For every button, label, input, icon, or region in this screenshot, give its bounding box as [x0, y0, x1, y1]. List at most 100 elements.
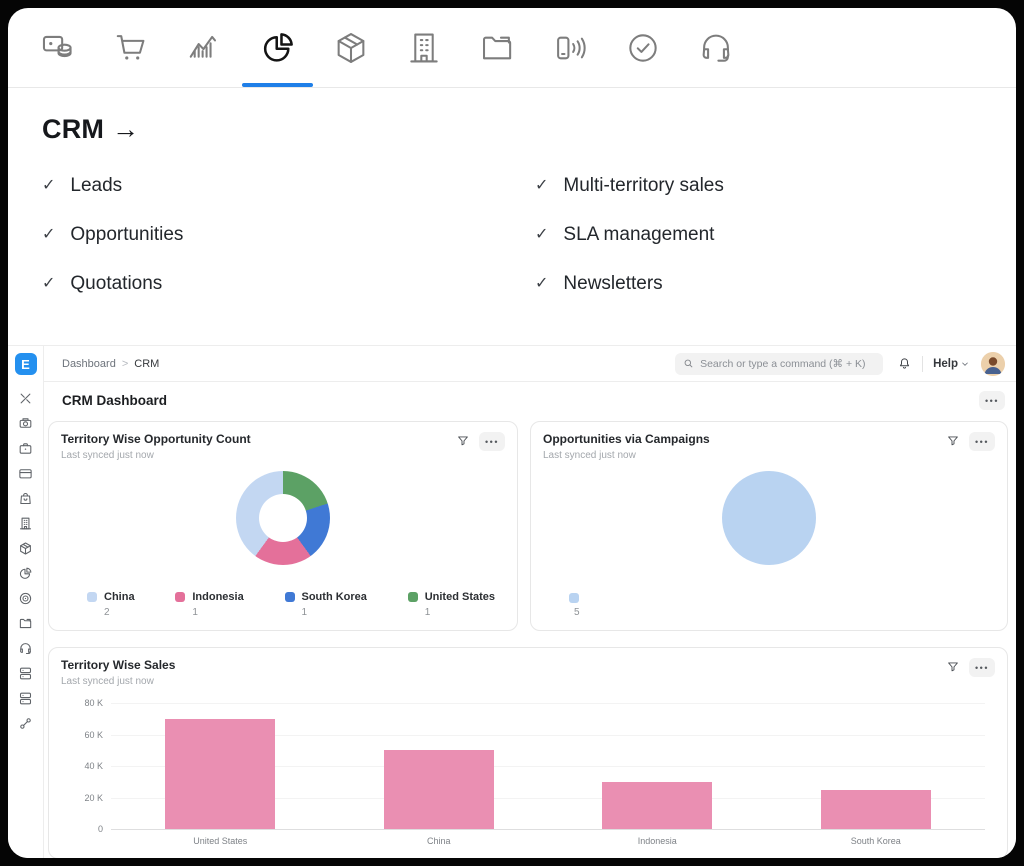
tab-selling[interactable]: [95, 8, 168, 88]
check-icon: ✓: [42, 224, 55, 244]
feature-label: Leads: [70, 175, 122, 197]
money-icon: [40, 29, 78, 67]
tab-stock[interactable]: [314, 8, 387, 88]
feature-item: ✓ Opportunities: [42, 224, 535, 246]
donut-chart: [236, 471, 330, 565]
server-icon[interactable]: [18, 691, 33, 706]
chart-icon: [186, 29, 224, 67]
arrow-right-icon: →: [112, 114, 139, 144]
module-tabbar: [8, 8, 1016, 88]
bar-china: [384, 750, 494, 829]
card-actions: •••: [945, 658, 995, 677]
feature-list: ✓Leads✓Opportunities✓Quotations ✓Multi-t…: [42, 175, 982, 322]
cards-row: Territory Wise Opportunity Count Last sy…: [48, 421, 1008, 631]
feature-label: Opportunities: [70, 224, 183, 246]
filter-funnel-icon[interactable]: [945, 434, 961, 450]
app-sidebar-rail: E: [8, 346, 44, 858]
box-icon: [332, 29, 370, 67]
headset-icon: [697, 29, 735, 67]
card-menu-button[interactable]: •••: [969, 432, 995, 451]
help-menu[interactable]: Help: [933, 358, 969, 370]
briefcase-icon[interactable]: [18, 441, 33, 456]
pie-chart: [722, 471, 816, 565]
command-search[interactable]: [675, 353, 883, 375]
feature-column-left: ✓Leads✓Opportunities✓Quotations: [42, 175, 535, 322]
bar-chart-plot: 80 K60 K40 K20 K0: [65, 703, 985, 829]
search-icon: [683, 358, 694, 369]
tab-connect[interactable]: [533, 8, 606, 88]
tab-projects[interactable]: [460, 8, 533, 88]
wallet-icon[interactable]: [18, 466, 33, 481]
card-title: Opportunities via Campaigns: [543, 432, 710, 446]
folder-icon: [478, 29, 516, 67]
app-header: Dashboard > CRM Help: [44, 346, 1016, 382]
tab-support[interactable]: [679, 8, 752, 88]
y-axis-tick: 40 K: [65, 761, 103, 771]
erpnext-logo[interactable]: E: [15, 353, 37, 375]
breadcrumb-crm[interactable]: CRM: [134, 358, 159, 370]
tab-quality[interactable]: [606, 8, 679, 88]
card-title: Territory Wise Sales: [61, 658, 175, 672]
feature-item: ✓ Newsletters: [535, 273, 982, 295]
headset-icon[interactable]: [18, 641, 33, 656]
card-actions: •••: [455, 432, 505, 451]
dashboard-menu-button[interactable]: •••: [979, 391, 1005, 410]
card-subtitle: Last synced just now: [61, 450, 251, 461]
check-icon: ✓: [42, 273, 55, 293]
y-axis-tick: 0: [65, 824, 103, 834]
user-avatar[interactable]: [981, 352, 1005, 376]
legend-swatch: [175, 592, 185, 602]
card-menu-button[interactable]: •••: [479, 432, 505, 451]
legend-value: 2: [104, 607, 135, 618]
filter-funnel-icon[interactable]: [455, 434, 471, 450]
card-menu-button[interactable]: •••: [969, 658, 995, 677]
bar-south-korea: [821, 790, 931, 829]
feature-label: Quotations: [70, 273, 162, 295]
feature-label: Newsletters: [563, 273, 662, 295]
breadcrumb: Dashboard > CRM: [62, 358, 159, 370]
check-icon: ✓: [535, 175, 548, 195]
card-subtitle: Last synced just now: [543, 450, 710, 461]
tab-crm[interactable]: [241, 8, 314, 88]
pie-chart-icon[interactable]: [18, 566, 33, 581]
card-header: Territory Wise Opportunity Count Last sy…: [61, 432, 505, 461]
shopping-bag-icon[interactable]: [18, 491, 33, 506]
plug-icon[interactable]: [18, 716, 33, 731]
box-icon[interactable]: [18, 541, 33, 556]
bar-chart-x-labels: United StatesChinaIndonesiaSouth Korea: [111, 836, 985, 846]
feature-item: ✓SLA management: [535, 224, 982, 246]
dashboard-titlebar: CRM Dashboard •••: [44, 382, 1016, 419]
feature-item: ✓ Quotations: [42, 273, 535, 295]
bar-column: [111, 703, 330, 829]
legend-value: 1: [192, 607, 243, 618]
building-icon[interactable]: [18, 516, 33, 531]
y-axis-tick: 80 K: [65, 698, 103, 708]
cash-register-icon[interactable]: [18, 416, 33, 431]
dashboard-title: CRM Dashboard: [62, 393, 167, 408]
breadcrumb-separator: >: [122, 358, 128, 370]
help-label: Help: [933, 358, 958, 370]
card-opportunities-via-campaigns: Opportunities via Campaigns Last synced …: [530, 421, 1008, 631]
folder-icon[interactable]: [18, 616, 33, 631]
tools-icon[interactable]: [18, 391, 33, 406]
crm-title-link[interactable]: CRM→: [42, 114, 982, 145]
legend-label: Indonesia: [192, 591, 243, 603]
target-icon[interactable]: [18, 591, 33, 606]
breadcrumb-dashboard[interactable]: Dashboard: [62, 358, 116, 370]
legend-label: United States: [425, 591, 495, 603]
tab-analytics[interactable]: [168, 8, 241, 88]
filter-funnel-icon[interactable]: [945, 660, 961, 676]
y-axis-tick: 20 K: [65, 793, 103, 803]
card-actions: •••: [945, 432, 995, 451]
card-header: Opportunities via Campaigns Last synced …: [543, 432, 995, 461]
tab-payments[interactable]: [22, 8, 95, 88]
server-icon[interactable]: [18, 666, 33, 681]
check-icon: ✓: [535, 273, 548, 293]
badge-check-icon: [624, 29, 662, 67]
tab-assets[interactable]: [387, 8, 460, 88]
notification-bell-icon[interactable]: [897, 356, 912, 371]
chevron-down-icon: [961, 360, 969, 368]
search-input[interactable]: [700, 358, 875, 370]
bar-column: [767, 703, 986, 829]
donut-hole: [259, 494, 307, 542]
